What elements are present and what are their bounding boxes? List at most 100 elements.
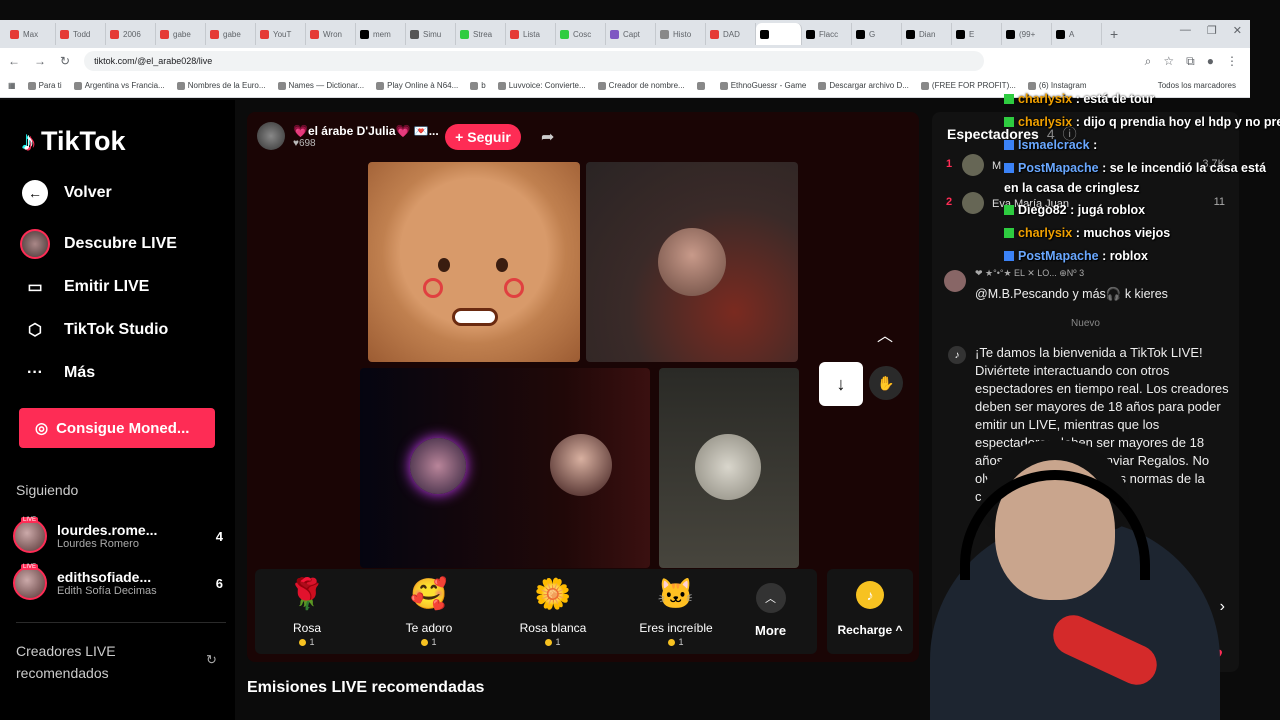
tab-label: E [969, 29, 975, 39]
browser-tab[interactable]: 2006 [106, 23, 156, 45]
refresh-icon[interactable]: ↻ [206, 652, 217, 668]
browser-tab[interactable]: (99+ [1002, 23, 1052, 45]
browser-tab[interactable]: gabe [156, 23, 206, 45]
extensions-icon[interactable]: ⧉ [1186, 54, 1195, 69]
browser-tab[interactable]: YouT [256, 23, 306, 45]
browser-tab[interactable]: Capt [606, 23, 656, 45]
browser-tab[interactable]: DAD [706, 23, 756, 45]
browser-tab[interactable]: E [952, 23, 1002, 45]
tab-label: Dian [919, 29, 936, 39]
bookmark-item[interactable]: b [470, 81, 486, 90]
nav-go-live[interactable]: ▭ Emitir LIVE [20, 272, 149, 302]
next-stream-button[interactable]: ↓ [819, 362, 863, 406]
gift-name: Te adoro [405, 621, 453, 635]
bookmark-item[interactable]: Play Online à N64... [376, 81, 458, 90]
coin-icon [421, 638, 429, 646]
nav-more[interactable]: ··· Más [20, 358, 95, 388]
bookmark-item[interactable]: Nombres de la Euro... [176, 81, 266, 90]
browser-tab[interactable]: Simu [406, 23, 456, 45]
favicon-icon [510, 29, 519, 39]
following-item[interactable]: LIVE edithsofiade... Edith Sofía Decimas… [13, 564, 223, 600]
apps-icon[interactable]: ▦ [8, 81, 16, 90]
bookmark-item[interactable]: Luvvoice: Convierte... [497, 81, 586, 90]
browser-tab[interactable]: Max [6, 23, 56, 45]
restore-icon[interactable]: ❐ [1207, 24, 1217, 37]
bookmark-item[interactable]: Descargar archivo D... [818, 81, 909, 90]
gift-cost-value: 1 [431, 637, 437, 647]
gift-eres-increible[interactable]: 🐱 Eres increíble 1 [626, 577, 726, 647]
favicon-icon [906, 29, 915, 39]
profile-icon[interactable]: ● [1207, 54, 1214, 69]
favicon-icon [760, 29, 769, 39]
host-info[interactable]: 💗el árabe D'Julia💗 💌... ♥698 [257, 122, 439, 150]
browser-tab[interactable]: gabe [206, 23, 256, 45]
tiktok-logo[interactable]: ♪ TikTok [22, 126, 126, 157]
follow-button[interactable]: + Seguir [445, 124, 521, 150]
chevron-up-icon[interactable]: ︿ [877, 322, 893, 346]
menu-icon[interactable]: ⋮ [1226, 54, 1238, 69]
favicon-icon [210, 29, 219, 39]
bookmark-label: Creador de nombre... [608, 81, 685, 90]
get-coins-button[interactable]: ◎ Consigue Moned... [19, 408, 215, 448]
following-count: 6 [215, 575, 223, 591]
all-bookmarks-folder[interactable]: Todos los marcadores [1158, 81, 1250, 90]
tab-label: YouT [273, 29, 292, 39]
browser-tab[interactable] [756, 23, 802, 45]
back-label: Volver [64, 184, 112, 201]
browser-tab[interactable]: Dian [902, 23, 952, 45]
gift-cost-value: 1 [555, 637, 561, 647]
close-window-icon[interactable]: ✕ [1233, 24, 1242, 37]
reload-icon[interactable]: ↻ [60, 54, 70, 68]
back-arrow-icon[interactable]: ← [8, 54, 20, 68]
nav-discover-live[interactable]: Descubre LIVE [20, 229, 177, 259]
bookmark-label: b [481, 81, 486, 90]
browser-tab[interactable]: mem [356, 23, 406, 45]
favicon-icon [710, 29, 719, 39]
back-link[interactable]: ← Volver [20, 178, 112, 208]
arrow-down-icon: ↓ [836, 373, 846, 394]
browser-tab[interactable]: G [852, 23, 902, 45]
browser-tab[interactable]: Histo [656, 23, 706, 45]
new-messages-label: Nuevo [1071, 318, 1100, 329]
nav-tiktok-studio[interactable]: ⬡ TikTok Studio [20, 315, 168, 345]
gift-rosa-blanca[interactable]: 🌼 Rosa blanca 1 [503, 577, 603, 647]
forward-arrow-icon[interactable]: → [34, 54, 46, 68]
browser-tab[interactable]: Strea [456, 23, 506, 45]
bookmark-item[interactable]: Creador de nombre... [597, 81, 685, 90]
address-bar[interactable]: tiktok.com/@el_arabe028/live [84, 51, 985, 71]
browser-tab[interactable]: A [1052, 23, 1102, 45]
guest-video-4[interactable] [659, 368, 799, 568]
guest-video-gingerbread[interactable] [368, 162, 580, 362]
bookmark-label: (FREE FOR PROFIT)... [931, 81, 1016, 90]
bookmark-item[interactable] [696, 81, 708, 90]
following-item[interactable]: LIVE lourdes.rome... Lourdes Romero 4 [13, 517, 223, 553]
browser-tab[interactable]: Todd [56, 23, 106, 45]
browser-tab[interactable]: Lista [506, 23, 556, 45]
guest-video-3[interactable] [360, 368, 650, 568]
zoom-icon[interactable]: ⌕ [1145, 54, 1152, 69]
star-icon[interactable]: ☆ [1163, 54, 1174, 69]
guest-video-2[interactable] [586, 162, 798, 362]
minimize-icon[interactable]: — [1180, 24, 1191, 37]
bookmark-item[interactable]: (FREE FOR PROFIT)... [920, 81, 1016, 90]
gift-te-adoro[interactable]: 🥰 Te adoro 1 [379, 577, 479, 647]
chat-badge-icon [1004, 251, 1014, 261]
bookmark-item[interactable]: (6) Instagram [1027, 81, 1086, 90]
chat-text: : jugá roblox [1070, 203, 1146, 217]
more-gifts-button[interactable]: ︿ More [755, 583, 786, 638]
share-icon[interactable]: ➦ [541, 127, 554, 147]
gift-cost: 1 [379, 637, 479, 647]
bookmark-item[interactable]: EthnoGuessr - Game [719, 81, 806, 90]
live-tag: LIVE [21, 564, 39, 570]
new-tab-icon[interactable]: + [1110, 26, 1118, 42]
bookmark-item[interactable]: Para ti [27, 81, 62, 90]
browser-tab[interactable]: Wron [306, 23, 356, 45]
browser-tab[interactable]: Flacc [802, 23, 852, 45]
bookmark-item[interactable]: Names — Dictionar... [277, 81, 364, 90]
browser-tab[interactable]: Cosc [556, 23, 606, 45]
bookmark-item[interactable]: Argentina vs Francia... [73, 81, 165, 90]
host-avatar[interactable] [257, 122, 285, 150]
tab-label: (99+ [1019, 29, 1036, 39]
studio-label: TikTok Studio [64, 321, 169, 338]
gift-rosa[interactable]: 🌹 Rosa 1 [257, 577, 357, 647]
